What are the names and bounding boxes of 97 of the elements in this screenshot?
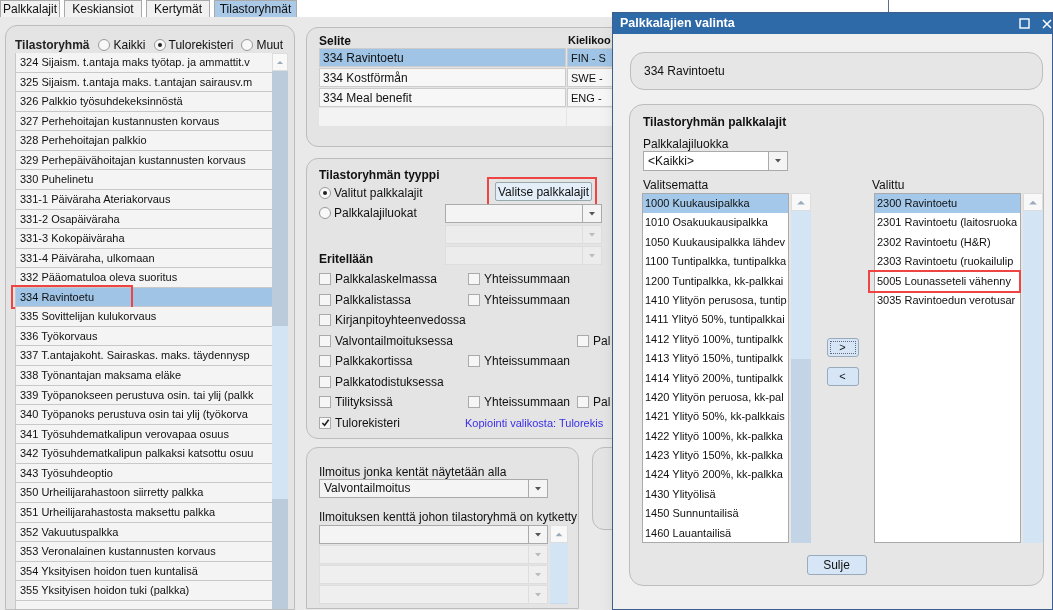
checkbox-label: Palkkalistassa xyxy=(335,291,412,309)
tab[interactable]: Keskiansiot xyxy=(64,0,142,17)
list-item[interactable]: 336 Työkorvaus xyxy=(15,326,272,347)
copy-link[interactable]: Kopiointi valikosta: Tulorekis xyxy=(465,414,604,431)
checkbox-label: Palkkalaskelmassa xyxy=(335,271,438,289)
dropdown[interactable]: <Kaikki> xyxy=(643,151,788,171)
list-item[interactable]: 327 Perhehoitajan kustannusten korvaus xyxy=(15,111,272,132)
checkbox-label: Kirjanpitoyhteenvedossa xyxy=(335,312,466,330)
column-header: Kielikoo xyxy=(568,33,611,48)
list-item[interactable]: 1200 Tuntipalkka, kk-palkkai xyxy=(643,271,788,291)
radio-label: Valitut palkkalajit xyxy=(334,184,424,202)
list-item[interactable]: 5005 Lounasseteli vähenny xyxy=(875,271,1020,291)
list-item[interactable]: 1010 Osakuukausipalkka xyxy=(643,213,788,233)
group-name: 334 Ravintoetu xyxy=(644,63,725,80)
list-item[interactable]: 331-3 Kokopäiväraha xyxy=(15,229,272,249)
column-header: Selite xyxy=(319,33,352,48)
radio-label: Palkkalajiluokat xyxy=(334,205,417,222)
field-label: Palkkalajiluokka xyxy=(643,136,730,151)
list-item[interactable]: 1420 Ylityön peruosa, kk-pal xyxy=(643,387,788,408)
list-item[interactable]: 339 Työpanokseen perustuva osin. tai ylij (palkk xyxy=(15,385,272,406)
list-item[interactable]: 332 Pääomatuloa oleva suoritus xyxy=(15,268,272,288)
remove-button[interactable]: < xyxy=(826,367,859,386)
checkbox-label: Palkkakortissa xyxy=(335,353,413,371)
list-item[interactable]: 324 Sijaism. t.antaja maks työtap. ja ammattit.v xyxy=(15,53,272,73)
checkbox-label: Palkkatodistuksessa xyxy=(335,373,444,391)
checkbox-label: Yhteissummaan xyxy=(484,271,571,289)
list-label: Valittu xyxy=(872,177,905,192)
list-item[interactable]: 1424 Ylityö 200%, kk-palkka xyxy=(643,465,788,485)
list-item[interactable]: 1412 Ylityö 100%, tuntipalkk xyxy=(643,329,788,350)
radio-label: Tulorekisteri xyxy=(168,37,234,54)
list-item[interactable]: 1410 Ylityön perusosa, tuntip xyxy=(643,290,788,311)
dialog-title: Palkkalajien valinta xyxy=(620,15,735,33)
list-item[interactable]: 355 Yksityisen hoidon tuki (palkka) xyxy=(15,581,272,601)
tab[interactable]: Kertymät xyxy=(146,0,210,17)
list-item[interactable]: 329 Perhepäivähoitajan kustannusten korvaus xyxy=(15,150,272,171)
checkbox-label: Tilityksissä xyxy=(335,394,393,412)
list-item[interactable]: 353 Veronalainen kustannusten korvaus xyxy=(15,542,272,562)
list-item[interactable]: 1422 Ylityö 100%, kk-palkka xyxy=(643,426,788,447)
list-item[interactable]: 1421 Ylityö 50%, kk-palkkais xyxy=(643,407,788,427)
list-item[interactable]: 340 Työpanoks perustuva osin tai ylij (työkorva xyxy=(15,405,272,425)
list-item[interactable]: 1100 Tuntipalkka, tuntipalkka xyxy=(643,252,788,272)
list-item[interactable]: 331-4 Päiväraha, ulkomaan xyxy=(15,248,272,269)
list-item[interactable]: 1050 Kuukausipalkka lähdev xyxy=(643,232,788,253)
list-label: Valitsematta xyxy=(643,177,710,192)
checkbox-label: Yhteissummaan xyxy=(484,353,571,371)
list-item[interactable]: 352 Vakuutuspalkka xyxy=(15,522,272,543)
list-item[interactable]: 2301 Ravintoetu (laitosruoka xyxy=(875,213,1020,233)
table-cell[interactable]: 334 Meal benefit xyxy=(319,88,566,107)
section-title: Tilastoryhmän palkkalajit xyxy=(643,114,788,129)
table-cell[interactable]: 334 Ravintoetu xyxy=(319,48,566,67)
field-label: Ilmoituksen kenttä johon tilastoryhmä on kytketty xyxy=(319,509,578,525)
add-button[interactable]: > xyxy=(826,338,859,357)
section-title: Tilastoryhmän tyyppi xyxy=(319,167,441,182)
list-item[interactable]: 1430 Ylityölisä xyxy=(643,484,788,505)
list-item[interactable]: 1450 Sunnuntailisä xyxy=(643,504,788,524)
list-item[interactable]: 328 Perhehoitajan palkkio xyxy=(15,131,272,151)
list-item[interactable]: 351 Urheilijarahastosta maksettu palkka xyxy=(15,502,272,523)
list-item[interactable]: 3035 Ravintoedun verotusar xyxy=(875,290,1020,311)
list-item[interactable]: 2303 Ravintoetu (ruokailulip xyxy=(875,252,1020,272)
tab[interactable]: Palkkalajit xyxy=(0,0,60,17)
list-item[interactable]: 330 Puhelinetu xyxy=(15,170,272,190)
list-item[interactable]: 343 Työsuhdeoptio xyxy=(15,463,272,484)
list-item[interactable]: 1460 Lauantailisä xyxy=(643,523,788,544)
group-label: Tilastoryhmä xyxy=(15,37,90,54)
checkbox-label: Valvontailmoituksessa xyxy=(335,332,453,350)
dropdown[interactable]: Valvontailmoitus xyxy=(319,479,548,498)
list-item[interactable]: 342 Työsuhdematkalipun palkaksi katsottu osuu xyxy=(15,444,272,464)
list-item[interactable]: 326 Palkkio työsuhdekeksinnöstä xyxy=(15,92,272,112)
table-cell[interactable]: 334 Kostförmån xyxy=(319,68,566,87)
list-item[interactable]: 1414 Ylityö 200%, tuntipalkk xyxy=(643,368,788,388)
list-item[interactable]: 1413 Ylityö 150%, tuntipalkk xyxy=(643,349,788,369)
list-item[interactable]: 1423 Ylityö 150%, kk-palkka xyxy=(643,446,788,466)
section-label: Eritellään xyxy=(319,251,375,266)
list-item[interactable]: 335 Sovittelijan kulukorvaus xyxy=(15,307,272,327)
list-item[interactable]: 2300 Ravintoetu xyxy=(875,194,1020,214)
list-item[interactable]: 354 Yksityisen hoidon tuen kuntalisä xyxy=(15,561,272,582)
checkbox-label: Yhteissummaan xyxy=(484,394,571,412)
checkbox-label: Pal xyxy=(593,332,611,350)
field-label: Ilmoitus jonka kentät näytetään alla xyxy=(319,464,508,479)
list-item[interactable]: 331-2 Osapäiväraha xyxy=(15,209,272,230)
list-item[interactable]: 325 Sijaism. t.antaja maks. t.antajan sairausv.m xyxy=(15,72,272,93)
list-item[interactable]: 331-1 Päiväraha Ateriakorvaus xyxy=(15,189,272,210)
checkbox-label: Tulorekisteri xyxy=(335,414,400,432)
list-item[interactable]: 2302 Ravintoetu (H&R) xyxy=(875,232,1020,253)
select-button[interactable]: Valitse palkkalajit xyxy=(495,182,592,201)
tab[interactable]: Tilastoryhmät xyxy=(214,0,297,17)
radio-label: Kaikki xyxy=(113,37,146,54)
checkbox-label: Yhteissummaan xyxy=(484,291,571,309)
list-item[interactable]: 350 Urheilijarahastoon siirretty palkka xyxy=(15,483,272,503)
radio-label: Muut xyxy=(256,37,284,54)
list-item[interactable]: 337 T.antajakoht. Sairaskas. maks. täydennysp xyxy=(15,346,272,366)
list-item[interactable]: 1411 Ylityö 50%, tuntipalkkai xyxy=(643,310,788,330)
close-button[interactable]: Sulje xyxy=(806,555,867,575)
checkbox-label: Pal xyxy=(593,394,611,412)
list-item[interactable]: 1000 Kuukausipalkka xyxy=(643,194,788,214)
list-item[interactable]: 341 Työsuhdematkalipun verovapaa osuus xyxy=(15,424,272,445)
list-item[interactable]: 338 Työnantajan maksama eläke xyxy=(15,366,272,386)
